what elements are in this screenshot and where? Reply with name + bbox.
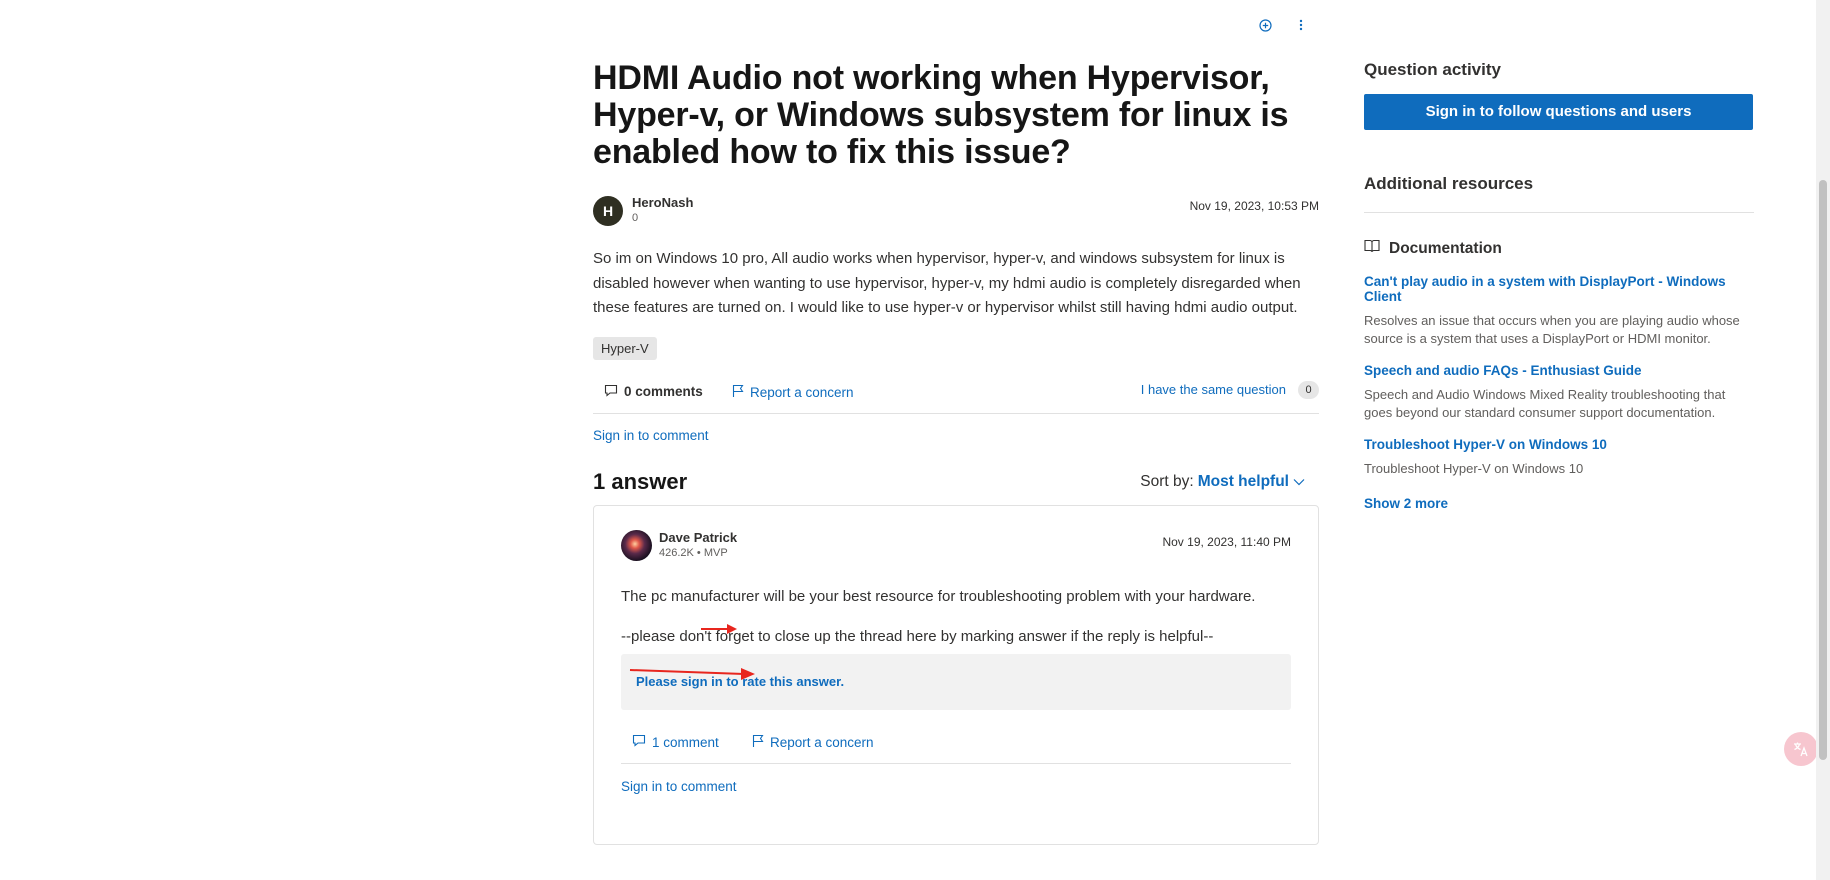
answer-paragraph: The pc manufacturer will be your best re… bbox=[621, 588, 1256, 605]
sign-in-to-comment-link[interactable]: Sign in to comment bbox=[621, 779, 737, 794]
sort-label: Sort by: bbox=[1140, 472, 1194, 490]
sort-control: Sort by: Most helpful bbox=[1140, 473, 1305, 491]
same-question-count: 0 bbox=[1298, 380, 1319, 399]
comments-button[interactable]: 0 comments bbox=[604, 384, 703, 400]
answer-date: Nov 19, 2023, 11:40 PM bbox=[1162, 535, 1291, 549]
comments-button[interactable]: 1 comment bbox=[632, 734, 719, 750]
comments-label: 1 comment bbox=[652, 734, 719, 750]
question-actions: 0 comments Report a concern I have the s… bbox=[593, 374, 1319, 414]
avatar[interactable] bbox=[621, 530, 652, 561]
sidebar: Question activity Sign in to follow ques… bbox=[1364, 60, 1754, 511]
translate-icon[interactable] bbox=[1784, 732, 1818, 766]
doc-description: Troubleshoot Hyper-V on Windows 10 bbox=[1364, 461, 1584, 476]
scrollbar[interactable] bbox=[1816, 0, 1830, 880]
top-actions bbox=[1258, 18, 1308, 32]
question-activity-title: Question activity bbox=[1364, 60, 1501, 79]
report-concern-button[interactable]: Report a concern bbox=[732, 384, 854, 401]
answer-author-name[interactable]: Dave Patrick bbox=[659, 530, 737, 545]
answers-count: 1 answer bbox=[593, 468, 688, 494]
comments-label: 0 comments bbox=[624, 384, 703, 399]
annotation-arrow bbox=[701, 624, 737, 634]
question-body: So im on Windows 10 pro, All audio works… bbox=[593, 250, 1301, 316]
doc-item: Can't play audio in a system with Displa… bbox=[1364, 274, 1754, 347]
documentation-heading: Documentation bbox=[1364, 239, 1754, 258]
doc-description: Resolves an issue that occurs when you a… bbox=[1364, 313, 1740, 346]
doc-link[interactable]: Troubleshoot Hyper-V on Windows 10 bbox=[1364, 437, 1754, 452]
book-icon bbox=[1364, 239, 1380, 258]
doc-description: Speech and Audio Windows Mixed Reality t… bbox=[1364, 387, 1726, 420]
documentation-label: Documentation bbox=[1389, 239, 1502, 257]
sign-in-to-comment-link[interactable]: Sign in to comment bbox=[593, 428, 1319, 443]
doc-link[interactable]: Can't play audio in a system with Displa… bbox=[1364, 274, 1754, 304]
sign-in-follow-button[interactable]: Sign in to follow questions and users bbox=[1364, 94, 1753, 130]
report-label: Report a concern bbox=[770, 735, 874, 750]
comment-icon bbox=[604, 384, 618, 400]
avatar[interactable]: H bbox=[593, 196, 623, 226]
comment-icon bbox=[632, 734, 646, 750]
report-label: Report a concern bbox=[750, 384, 854, 400]
author-reputation: 0 bbox=[632, 212, 639, 224]
tag-hyper-v[interactable]: Hyper-V bbox=[593, 336, 657, 360]
chevron-down-icon[interactable] bbox=[1293, 473, 1305, 491]
doc-item: Troubleshoot Hyper-V on Windows 10 Troub… bbox=[1364, 437, 1754, 478]
answer-actions: 1 comment Report a concern bbox=[621, 724, 1291, 764]
main-column: HDMI Audio not working when Hypervisor, … bbox=[593, 60, 1319, 499]
answers-header: 1 answer Sort by: Most helpful bbox=[593, 469, 1319, 499]
question-date: Nov 19, 2023, 10:53 PM bbox=[1189, 199, 1319, 213]
add-circle-icon[interactable] bbox=[1258, 18, 1272, 32]
doc-item: Speech and audio FAQs - Enthusiast Guide… bbox=[1364, 363, 1754, 421]
flag-icon bbox=[732, 384, 744, 401]
report-concern-button[interactable]: Report a concern bbox=[752, 734, 874, 751]
question-title: HDMI Audio not working when Hypervisor, … bbox=[593, 59, 1289, 171]
question-author: H HeroNash 0 Nov 19, 2023, 10:53 PM bbox=[593, 195, 1319, 229]
show-more-link[interactable]: Show 2 more bbox=[1364, 496, 1754, 511]
more-vertical-icon[interactable] bbox=[1294, 18, 1308, 32]
annotation-arrow bbox=[629, 668, 755, 680]
scrollbar-thumb[interactable] bbox=[1819, 180, 1827, 760]
divider bbox=[1364, 212, 1754, 213]
sort-dropdown[interactable]: Most helpful bbox=[1198, 473, 1289, 491]
flag-icon bbox=[752, 734, 764, 751]
page: HDMI Audio not working when Hypervisor, … bbox=[0, 0, 1830, 880]
additional-resources-title: Additional resources bbox=[1364, 174, 1534, 193]
same-question-button[interactable]: I have the same question bbox=[1141, 382, 1286, 397]
author-name[interactable]: HeroNash bbox=[632, 195, 693, 210]
answer-author-reputation: 426.2K • MVP bbox=[659, 547, 728, 559]
doc-link[interactable]: Speech and audio FAQs - Enthusiast Guide bbox=[1364, 363, 1754, 378]
